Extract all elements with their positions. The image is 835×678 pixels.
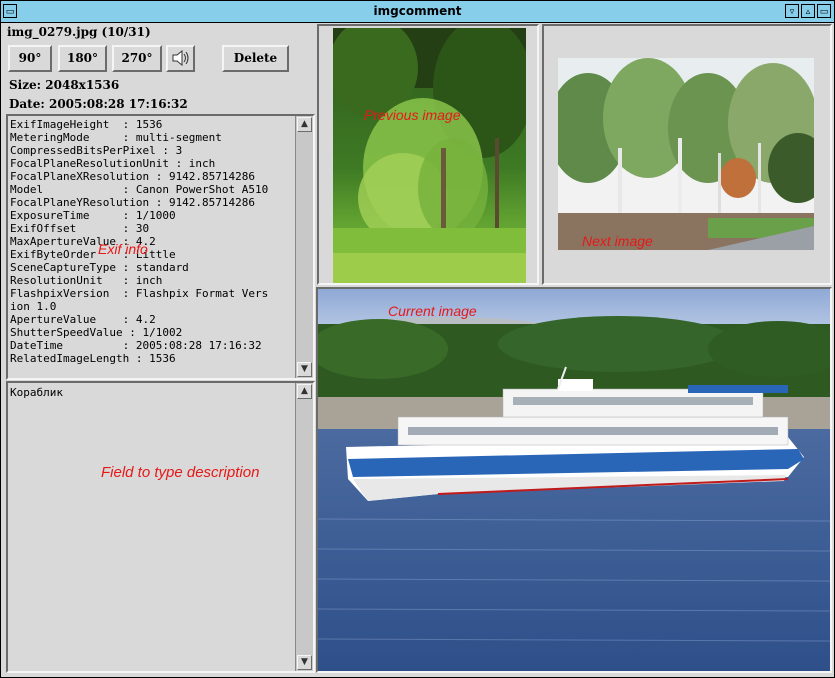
exif-line: ion 1.0 <box>10 300 57 313</box>
app-window: ▭ imgcomment ▿ ▵ ▭ img_0279.jpg (10/31) … <box>0 0 835 678</box>
exif-line: FlashpixVersion : Flashpix Format Vers <box>10 287 269 300</box>
rotate-90-button[interactable]: 90° <box>8 45 52 72</box>
exif-info-box[interactable]: ExifImageHeight : 1536 MeteringMode : mul… <box>6 114 315 380</box>
exif-line: ApertureValue : 4.2 <box>10 313 156 326</box>
previous-image-panel[interactable] <box>317 24 539 285</box>
scroll-down-arrow-icon[interactable]: ▼ <box>297 362 312 377</box>
exif-line: CompressedBitsPerPixel : 3 <box>10 144 183 157</box>
close-icon[interactable]: ▭ <box>817 4 831 18</box>
sound-button[interactable] <box>166 45 195 72</box>
rotate-180-button[interactable]: 180° <box>58 45 107 72</box>
delete-button[interactable]: Delete <box>222 45 289 72</box>
annotation-next-image: Next image <box>582 233 653 249</box>
exif-line: ResolutionUnit : inch <box>10 274 163 287</box>
speaker-icon <box>172 49 188 67</box>
scroll-up-arrow-icon[interactable]: ▲ <box>297 384 312 399</box>
description-field[interactable]: Кораблик ▲ ▼ <box>6 381 315 673</box>
exif-line: ExifOffset : 30 <box>10 222 150 235</box>
exif-line: Model : Canon PowerShot A510 <box>10 183 269 196</box>
exif-line: RelatedImageLength : 1536 <box>10 352 176 365</box>
left-pane: img_0279.jpg (10/31) 90° 180° 270° Delet… <box>1 23 315 677</box>
annotation-current-image: Current image <box>388 303 477 319</box>
window-title: imgcomment <box>373 4 462 18</box>
current-image[interactable] <box>318 289 830 671</box>
annotation-description-field: Field to type description <box>101 464 260 481</box>
size-label: Size: 2048x1536 <box>9 78 120 92</box>
exif-line: FocalPlaneXResolution : 9142.85714286 <box>10 170 256 183</box>
rotate-270-button[interactable]: 270° <box>112 45 162 72</box>
file-name-label: img_0279.jpg (10/31) <box>7 25 151 39</box>
exif-line: MeteringMode : multi-segment <box>10 131 222 144</box>
minimize-icon[interactable]: ▿ <box>785 4 799 18</box>
scroll-down-arrow-icon[interactable]: ▼ <box>297 655 312 670</box>
exif-scrollbar[interactable]: ▲ ▼ <box>295 116 313 378</box>
exif-line: SceneCaptureType : standard <box>10 261 189 274</box>
date-label: Date: 2005:08:28 17:16:32 <box>9 97 188 111</box>
annotation-exif-info: Exif info <box>98 241 148 257</box>
title-bar[interactable]: ▭ imgcomment ▿ ▵ ▭ <box>1 1 834 23</box>
annotation-previous-image: Previous image <box>364 107 461 123</box>
scroll-up-arrow-icon[interactable]: ▲ <box>297 117 312 132</box>
exif-line: FocalPlaneResolutionUnit : inch <box>10 157 216 170</box>
maximize-icon[interactable]: ▵ <box>801 4 815 18</box>
description-scrollbar[interactable]: ▲ ▼ <box>295 383 313 671</box>
exif-line: ExposureTime : 1/1000 <box>10 209 176 222</box>
description-text[interactable]: Кораблик <box>10 386 63 399</box>
exif-line: DateTime : 2005:08:28 17:16:32 <box>10 339 262 352</box>
exif-line: ShutterSpeedValue : 1/1002 <box>10 326 183 339</box>
exif-line: FocalPlaneYResolution : 9142.85714286 <box>10 196 256 209</box>
exif-line: ExifImageHeight : 1536 <box>10 118 163 131</box>
next-image[interactable] <box>558 58 814 250</box>
previous-image[interactable] <box>333 28 526 283</box>
current-image-panel[interactable] <box>316 287 832 673</box>
